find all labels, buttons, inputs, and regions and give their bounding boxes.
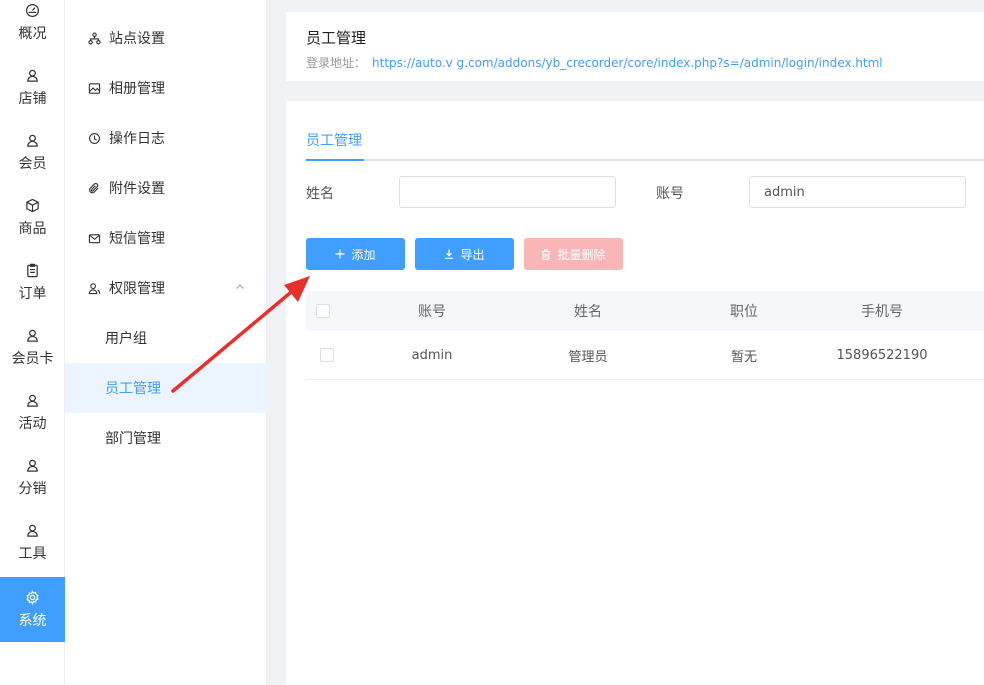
clipboard-icon (25, 263, 41, 279)
gear-icon (25, 590, 41, 606)
name-input[interactable] (399, 176, 616, 208)
menu-item-attachment-settings[interactable]: 附件设置 (65, 163, 267, 213)
nav-item-label: 分销 (18, 480, 47, 497)
user-icon (25, 393, 41, 409)
add-button[interactable]: 添加 (306, 238, 405, 270)
menu-item-label: 权限管理 (109, 281, 165, 297)
add-button-label: 添加 (351, 247, 376, 262)
page-header: 员工管理 登录地址： https://auto.v g.com/addons/yb… (286, 12, 984, 81)
trash-icon (541, 248, 551, 260)
menu-item-label: 站点设置 (109, 31, 165, 47)
nav-item-overview[interactable]: 概况 (0, 0, 65, 55)
main-nav: 概况 店铺 会员 商品 订单 会员卡 活动 分销 工具 系统 (0, 0, 65, 685)
nav-item-products[interactable]: 商品 (0, 185, 65, 250)
tab-staff-management[interactable]: 员工管理 (306, 129, 364, 161)
row-checkbox[interactable] (320, 348, 334, 362)
menu-item-department[interactable]: 部门管理 (65, 413, 267, 463)
nav-item-store[interactable]: 店铺 (0, 55, 65, 120)
menu-item-label: 用户组 (105, 331, 147, 347)
table-row: admin 管理员 暂无 15896522190 (306, 331, 984, 380)
mail-icon (87, 231, 101, 245)
cell-phone: 15896522190 (836, 347, 928, 363)
menu-item-label: 相册管理 (109, 81, 165, 97)
export-button[interactable]: 导出 (415, 238, 514, 270)
nav-item-label: 店铺 (18, 90, 47, 107)
nav-item-member-card[interactable]: 会员卡 (0, 315, 65, 380)
user-icon (25, 133, 41, 149)
login-address: 登录地址： https://auto.v g.com/addons/yb_crec… (306, 54, 964, 71)
nav-item-label: 活动 (18, 415, 47, 432)
name-label: 姓名 (306, 186, 334, 202)
image-icon (87, 81, 101, 95)
column-header-phone: 手机号 (861, 304, 903, 320)
nav-item-tools[interactable]: 工具 (0, 510, 65, 575)
cell-position: 暂无 (730, 349, 757, 365)
nav-item-label: 订单 (18, 285, 47, 302)
select-all-checkbox-cell (316, 291, 330, 331)
menu-item-label: 附件设置 (109, 181, 165, 197)
login-url-link[interactable]: https://auto.v g.com/addons/yb_crecorder… (372, 56, 883, 70)
menu-item-staff-management[interactable]: 员工管理 (65, 363, 267, 413)
user-icon (25, 328, 41, 344)
secondary-menu: 站点设置 相册管理 操作日志 附件设置 短信管理 权限管理 用户组 员工管理 部… (65, 0, 267, 685)
nav-item-distribution[interactable]: 分销 (0, 445, 65, 510)
menu-item-site-settings[interactable]: 站点设置 (65, 13, 267, 63)
nav-item-label: 会员卡 (11, 350, 54, 367)
menu-item-album[interactable]: 相册管理 (65, 63, 267, 113)
column-header-account: 账号 (418, 304, 446, 320)
nav-item-orders[interactable]: 订单 (0, 250, 65, 315)
batch-delete-button[interactable]: 批量删除 (524, 238, 623, 270)
menu-item-user-group[interactable]: 用户组 (65, 313, 267, 363)
box-icon (25, 198, 41, 214)
history-icon (87, 131, 101, 145)
table-header: 账号 姓名 职位 手机号 (306, 291, 984, 331)
export-button-label: 导出 (460, 247, 485, 262)
nav-item-activities[interactable]: 活动 (0, 380, 65, 445)
user-icon (25, 523, 41, 539)
menu-item-label: 短信管理 (109, 231, 165, 247)
column-header-position: 职位 (730, 304, 758, 320)
chevron-up-icon (236, 284, 244, 289)
row-checkbox-cell (320, 331, 334, 379)
login-label: 登录地址： (306, 56, 367, 70)
column-header-name: 姓名 (574, 304, 602, 320)
cell-name: 管理员 (568, 349, 608, 365)
download-icon (444, 249, 454, 259)
nav-item-label: 系统 (18, 612, 47, 629)
nav-item-label: 工具 (18, 545, 47, 562)
nav-item-label: 商品 (18, 220, 47, 237)
menu-item-permissions[interactable]: 权限管理 (65, 263, 267, 313)
dashboard-icon (25, 3, 41, 19)
user-group-icon (87, 281, 101, 295)
menu-item-label: 员工管理 (105, 381, 161, 397)
cell-account: admin (411, 347, 453, 363)
menu-item-operation-log[interactable]: 操作日志 (65, 113, 267, 163)
nav-item-label: 概况 (18, 25, 47, 42)
user-icon (25, 458, 41, 474)
main-content: 员工管理 姓名 账号 添加 导出 批量删除 账号 姓名 职位 手机号 admin… (286, 101, 984, 685)
menu-item-sms[interactable]: 短信管理 (65, 213, 267, 263)
select-all-checkbox[interactable] (316, 304, 330, 318)
nav-item-label: 会员 (18, 155, 47, 172)
page-title: 员工管理 (306, 29, 367, 47)
nav-item-system[interactable]: 系统 (0, 577, 65, 642)
account-input[interactable] (749, 176, 966, 208)
menu-item-label: 部门管理 (105, 431, 161, 447)
sitemap-icon (87, 31, 101, 45)
nav-item-members[interactable]: 会员 (0, 120, 65, 185)
menu-item-label: 操作日志 (109, 131, 165, 147)
tab-bar: 员工管理 (306, 129, 984, 161)
paperclip-icon (87, 181, 101, 195)
plus-icon (335, 249, 345, 259)
staff-table: 账号 姓名 职位 手机号 admin 管理员 暂无 15896522190 (306, 291, 984, 380)
batch-delete-button-label: 批量删除 (557, 247, 606, 262)
account-label: 账号 (656, 186, 684, 202)
user-icon (25, 68, 41, 84)
